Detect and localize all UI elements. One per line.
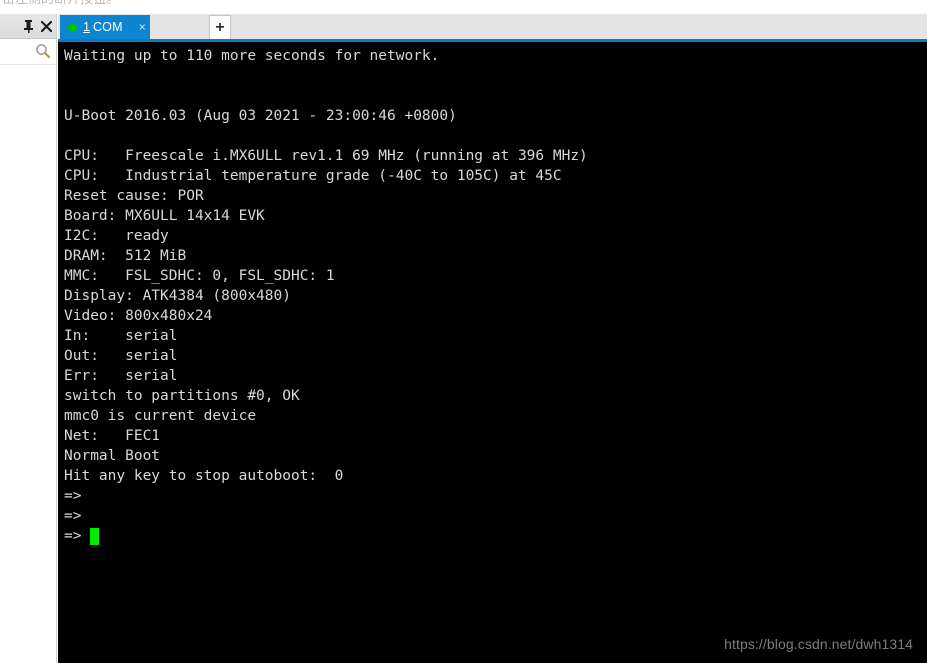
terminal-line: Err: serial [64, 368, 178, 384]
terminal-line: CPU: Industrial temperature grade (-40C … [64, 168, 562, 184]
terminal-line: MMC: FSL_SDHC: 0, FSL_SDHC: 1 [64, 268, 335, 284]
terminal-line: In: serial [64, 328, 178, 344]
search-icon[interactable] [35, 43, 51, 59]
tab-close-icon[interactable]: × [139, 21, 146, 33]
terminal-line: Out: serial [64, 348, 178, 364]
top-hint-strip: 击左侧的断开按钮。 [0, 0, 927, 14]
terminal-line: I2C: ready [64, 228, 169, 244]
pin-icon[interactable] [19, 16, 37, 36]
tab-com-1[interactable]: 1 COM × [60, 15, 150, 39]
left-dock-header [0, 14, 56, 39]
terminal-cursor [90, 527, 100, 545]
terminal-prompt: => [64, 528, 82, 544]
tab-title-label: COM [92, 20, 123, 34]
terminal-line: switch to partitions #0, OK [64, 388, 300, 404]
terminal-line: Display: ATK4384 (800x480) [64, 288, 291, 304]
add-tab-button[interactable]: + [209, 15, 231, 39]
terminal-line: Video: 800x480x24 [64, 308, 213, 324]
terminal-line: Reset cause: POR [64, 188, 204, 204]
tab-index-label: 1 [83, 20, 90, 34]
left-dock-panel [0, 14, 57, 663]
tab-bar: 1 COM × + [58, 14, 927, 39]
terminal-output-area[interactable]: Waiting up to 110 more seconds for netwo… [58, 42, 927, 663]
terminal-line: DRAM: 512 MiB [64, 248, 187, 264]
connection-status-dot [68, 22, 77, 32]
close-icon[interactable] [37, 16, 55, 36]
terminal-line: mmc0 is current device [64, 408, 257, 424]
terminal-line: => [64, 508, 82, 524]
left-dock-search-row [0, 39, 56, 65]
terminal-line: Hit any key to stop autoboot: 0 [64, 468, 344, 484]
terminal-line: => [64, 488, 82, 504]
left-dock-body [0, 65, 56, 663]
terminal-line: Waiting up to 110 more seconds for netwo… [64, 48, 440, 64]
top-hint-text: 击左侧的断开按钮。 [2, 0, 119, 8]
terminal-line: Normal Boot [64, 448, 161, 464]
watermark-text: https://blog.csdn.net/dwh1314 [724, 636, 913, 652]
terminal-line: Net: FEC1 [64, 428, 161, 444]
terminal-text: Waiting up to 110 more seconds for netwo… [64, 46, 927, 546]
terminal-prompt-line: => [64, 526, 927, 546]
terminal-line: CPU: Freescale i.MX6ULL rev1.1 69 MHz (r… [64, 148, 588, 164]
terminal-line: U-Boot 2016.03 (Aug 03 2021 - 23:00:46 +… [64, 108, 457, 124]
terminal-line: Board: MX6ULL 14x14 EVK [64, 208, 265, 224]
